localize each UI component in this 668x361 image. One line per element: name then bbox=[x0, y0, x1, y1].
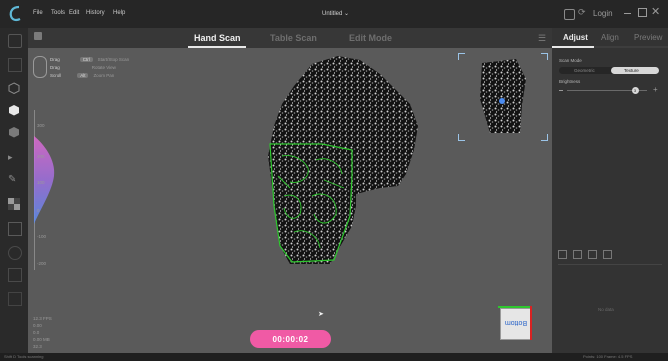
brightness-label: Brightness bbox=[559, 79, 581, 84]
ruler-label: 100 bbox=[37, 180, 45, 185]
divider bbox=[558, 264, 662, 265]
redo-icon[interactable] bbox=[572, 250, 582, 259]
delete-icon[interactable] bbox=[602, 250, 612, 259]
mouse-cursor-icon: ➤ bbox=[318, 311, 324, 318]
ruler-label: 200 bbox=[37, 154, 45, 159]
corner-bracket bbox=[541, 134, 548, 141]
checker-icon[interactable] bbox=[8, 198, 20, 210]
slider-thumb[interactable]: 3 bbox=[631, 87, 639, 94]
orientation-cube[interactable]: Bottom bbox=[498, 306, 532, 340]
scan-mode-label: Scan Mode bbox=[559, 58, 582, 63]
right-panel: Adjust Align Preview Scan Mode Geometric… bbox=[552, 28, 668, 353]
preview-thumbnail[interactable] bbox=[458, 53, 548, 141]
left-toolbar: ▸ ✎ bbox=[0, 28, 28, 353]
title-bar: File Tools Edit History Help Untitled ⌄ … bbox=[0, 0, 668, 28]
note-icon[interactable] bbox=[564, 9, 575, 20]
empty-state-text: No data bbox=[598, 307, 614, 312]
minimize-icon[interactable] bbox=[624, 13, 631, 14]
copy-icon[interactable] bbox=[587, 250, 597, 259]
tab-hand-scan[interactable]: Hand Scan bbox=[194, 33, 241, 43]
slider-plus-icon[interactable]: + bbox=[653, 85, 658, 94]
mouse-icon bbox=[33, 56, 47, 78]
grid-icon[interactable] bbox=[8, 268, 22, 282]
brush-icon[interactable]: ✎ bbox=[8, 174, 20, 186]
status-bar: Shift D Tools scanning Points: 100 Frame… bbox=[0, 353, 668, 361]
stat-fps: 12.3 FPS bbox=[33, 316, 52, 321]
save-icon[interactable] bbox=[34, 32, 42, 40]
sync-icon[interactable]: ⟳ bbox=[578, 7, 586, 18]
stat-memory: 0.00 MB bbox=[33, 337, 50, 342]
menu-history[interactable]: History bbox=[86, 10, 105, 16]
hint-action: Scroll bbox=[50, 73, 62, 78]
panel-actions bbox=[558, 250, 612, 261]
option-texture-active[interactable]: Texture bbox=[611, 67, 659, 74]
project-title[interactable]: Untitled ⌄ bbox=[322, 10, 349, 17]
frame-icon[interactable] bbox=[8, 222, 22, 236]
status-left: Shift D Tools scanning bbox=[4, 354, 44, 359]
maximize-icon[interactable] bbox=[638, 8, 647, 17]
option-geometric[interactable]: Geometric bbox=[574, 68, 595, 73]
tab-table-scan[interactable]: Table Scan bbox=[270, 33, 317, 43]
menu-tools[interactable]: Tools bbox=[51, 10, 65, 16]
scan-cube-icon[interactable] bbox=[8, 104, 20, 116]
brightness-slider[interactable]: 3 + bbox=[559, 85, 658, 95]
stat-value: 0.00 bbox=[33, 323, 42, 328]
mouse-hints: Drag Ctrl Start/Stop Scan Drag Rotate Vi… bbox=[50, 56, 180, 80]
hint-result: Rotate View bbox=[91, 65, 116, 70]
ruler-label: 0 bbox=[37, 208, 40, 213]
hint-result: Start/Stop Scan bbox=[97, 57, 130, 62]
cube-outline-icon[interactable] bbox=[8, 82, 20, 95]
panel-toggle-icon[interactable] bbox=[8, 34, 22, 48]
scan-mode-tabs: Hand Scan Table Scan Edit Mode ☰ bbox=[28, 28, 552, 48]
scan-point-cloud bbox=[268, 56, 418, 264]
project-title-text: Untitled bbox=[322, 11, 343, 17]
scan-stats: 12.3 FPS 0.00 0.0 0.00 MB 32.3 bbox=[33, 315, 52, 350]
hint-row: Drag Rotate View bbox=[50, 64, 180, 72]
play-icon[interactable]: ▸ bbox=[8, 152, 20, 164]
tab-align[interactable]: Align bbox=[601, 33, 619, 42]
settings-icon[interactable] bbox=[8, 292, 22, 306]
ruler-label: -100 bbox=[37, 234, 47, 239]
slider-minus-icon[interactable] bbox=[559, 90, 563, 91]
menu-edit[interactable]: Edit bbox=[69, 10, 79, 16]
scan-mode-segmented: Geometric Texture bbox=[559, 67, 659, 74]
tab-edit-mode[interactable]: Edit Mode bbox=[349, 33, 392, 43]
corner-bracket bbox=[541, 53, 548, 60]
recording-timer[interactable]: 00:00:02 bbox=[250, 330, 331, 348]
corner-bracket bbox=[458, 134, 465, 141]
axis-y bbox=[530, 306, 532, 340]
corner-bracket bbox=[458, 53, 465, 60]
mesh-cube-icon[interactable] bbox=[8, 126, 20, 138]
ruler-label: -200 bbox=[37, 261, 47, 266]
circle-icon[interactable] bbox=[8, 246, 22, 260]
option-texture: Texture bbox=[624, 68, 639, 73]
app-logo-icon bbox=[8, 5, 22, 23]
preview-scan-image bbox=[480, 59, 526, 133]
chevron-down-icon: ⌄ bbox=[344, 11, 350, 17]
stat-value: 0.0 bbox=[33, 330, 40, 335]
active-tab-underline bbox=[552, 46, 594, 48]
stat-value: 32.3 bbox=[33, 344, 42, 349]
hint-row: Drag Ctrl Start/Stop Scan bbox=[50, 56, 180, 64]
tab-adjust[interactable]: Adjust bbox=[563, 33, 588, 42]
layers-icon[interactable] bbox=[8, 58, 22, 72]
login-link[interactable]: Login bbox=[593, 9, 613, 18]
undo-icon[interactable] bbox=[558, 250, 567, 259]
hint-row: Scroll Alt Zoom Pan bbox=[50, 72, 180, 80]
ruler-label: 300 bbox=[37, 123, 45, 128]
hint-key: Ctrl bbox=[79, 57, 93, 62]
menu-file[interactable]: File bbox=[33, 10, 43, 16]
tab-preview[interactable]: Preview bbox=[634, 33, 662, 42]
hint-action: Drag bbox=[50, 57, 60, 62]
hint-key: Alt bbox=[77, 73, 89, 78]
menu-help[interactable]: Help bbox=[113, 10, 125, 16]
close-icon[interactable]: ✕ bbox=[651, 5, 660, 18]
status-right: Points: 100 Frame: 4.5 FPS bbox=[583, 354, 633, 359]
hamburger-menu-icon[interactable]: ☰ bbox=[538, 33, 546, 44]
3d-viewport[interactable]: Drag Ctrl Start/Stop Scan Drag Rotate Vi… bbox=[28, 48, 552, 353]
cube-face-label: Bottom bbox=[504, 319, 528, 326]
axis-x bbox=[498, 306, 532, 308]
hint-action: Drag bbox=[50, 65, 60, 70]
hint-result: Zoom Pan bbox=[93, 73, 115, 78]
